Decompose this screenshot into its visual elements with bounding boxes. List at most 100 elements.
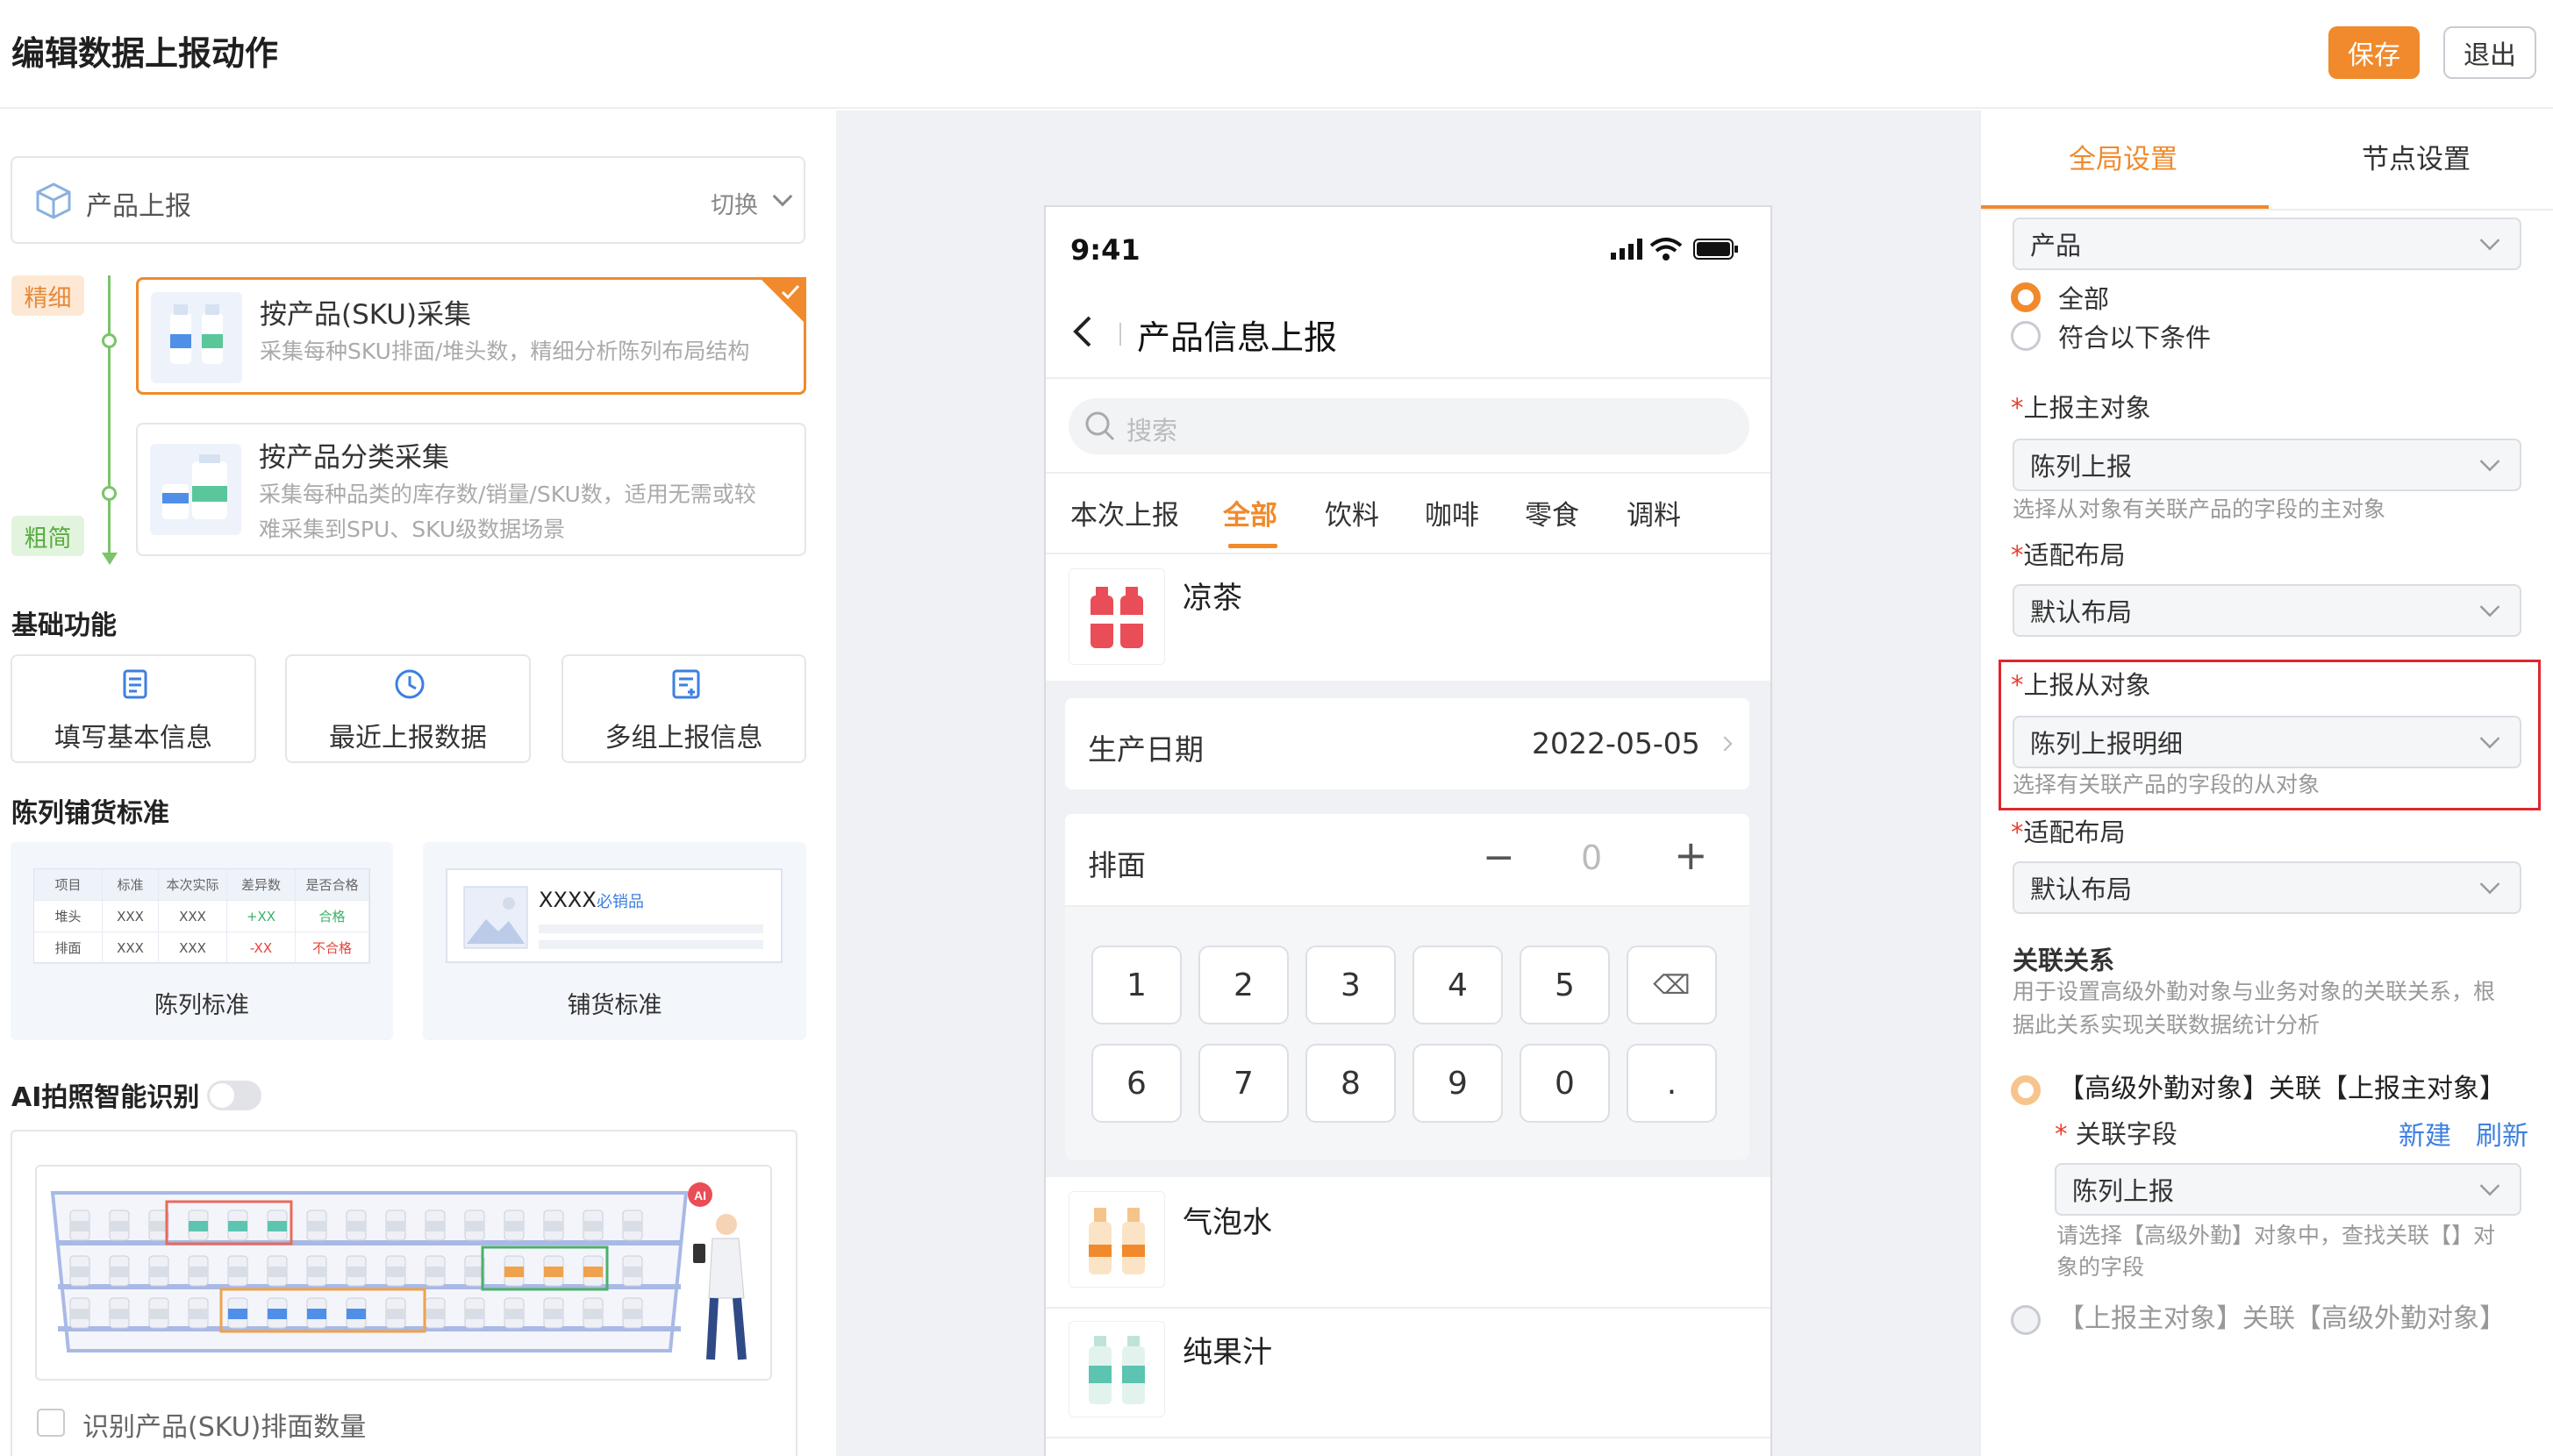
tab-current[interactable]: 本次上报 xyxy=(1070,493,1179,532)
section-title: AI拍照智能识别 xyxy=(11,1082,200,1113)
tab-node-settings[interactable]: 节点设置 xyxy=(2362,137,2471,176)
multi-group-button[interactable]: 多组上报信息 xyxy=(561,654,806,763)
plus-button[interactable]: + xyxy=(1674,831,1708,879)
new-link[interactable]: 新建 xyxy=(2399,1114,2451,1153)
keypad-key[interactable]: 2 xyxy=(1198,946,1289,1024)
status-time: 9:41 xyxy=(1070,233,1141,267)
tab-all[interactable]: 全部 xyxy=(1223,493,1277,532)
layout2-select[interactable]: 默认布局 xyxy=(2013,861,2521,914)
facing-label: 排面 xyxy=(1088,848,1146,882)
timeline-dot xyxy=(102,486,117,501)
radio-condition-label: 符合以下条件 xyxy=(2058,323,2212,353)
settings-panel: 全局设置 节点设置 产品 全部 符合以下条件 *上报主对象 陈列上报 选择从对象… xyxy=(1979,111,2553,1456)
tab-global-settings[interactable]: 全局设置 xyxy=(2069,137,2178,176)
chevron-down-icon xyxy=(2479,230,2500,251)
keypad-key[interactable]: 4 xyxy=(1412,946,1503,1024)
keypad-key[interactable]: . xyxy=(1627,1044,1717,1123)
fill-basic-info-button[interactable]: 填写基本信息 xyxy=(11,654,256,763)
keypad-key[interactable]: 9 xyxy=(1412,1044,1503,1123)
keypad-key[interactable]: 8 xyxy=(1305,1044,1396,1123)
sparkling-water-icon xyxy=(1089,1208,1145,1274)
table-cell: -XX xyxy=(227,932,296,964)
product-select[interactable]: 产品 xyxy=(2013,218,2521,270)
timeline-arrow xyxy=(102,553,118,565)
radio-condition[interactable] xyxy=(2011,321,2041,351)
checkbox[interactable] xyxy=(37,1409,65,1437)
tab-snacks[interactable]: 零食 xyxy=(1525,493,1579,532)
distribution-standard-card[interactable]: XXXX 必销品 铺货标准 xyxy=(423,842,806,1040)
refresh-link[interactable]: 刷新 xyxy=(2476,1114,2528,1153)
relation-option-1: 【高级外勤对象】关联【上报主对象】 xyxy=(2058,1074,2506,1104)
module-selector[interactable]: 产品上报 切换 xyxy=(11,156,805,244)
bottle-label xyxy=(70,1221,89,1231)
keypad-key[interactable]: 5 xyxy=(1520,946,1610,1024)
bottle-label xyxy=(386,1221,405,1231)
sub-object-label: *上报从对象 xyxy=(2011,670,2151,700)
display-standard-card[interactable]: 项目 标准 本次实际 差异数 是否合格 堆头 XXX XXX +XX 合格 排面 XXX XXX -XX 不… xyxy=(11,842,393,1040)
tag-coarse: 粗简 xyxy=(11,516,84,556)
check-icon xyxy=(781,284,800,300)
shelf-illustration: AI xyxy=(35,1165,772,1381)
product-name: 凉茶 xyxy=(1183,581,1242,616)
table-header-cell: 标准 xyxy=(103,869,159,901)
radio-all[interactable] xyxy=(2011,282,2041,312)
sub-object-select[interactable]: 陈列上报明细 xyxy=(2013,716,2521,768)
chevron-down-icon xyxy=(2479,596,2500,617)
ai-toggle[interactable] xyxy=(207,1081,261,1110)
keypad-key[interactable]: 6 xyxy=(1091,1044,1182,1123)
tab-separator xyxy=(1981,209,2553,211)
backspace-key[interactable]: ⌫ xyxy=(1627,946,1717,1024)
card-label: 铺货标准 xyxy=(567,992,662,1019)
product-image xyxy=(1069,1191,1165,1288)
radio-relation-2[interactable] xyxy=(2011,1305,2041,1335)
bottle-label xyxy=(623,1221,642,1231)
main-object-select[interactable]: 陈列上报 xyxy=(2013,439,2521,491)
bottle-label xyxy=(504,1221,524,1231)
bottle-label xyxy=(307,1309,326,1319)
save-button[interactable]: 保存 xyxy=(2328,26,2420,79)
tab-drinks[interactable]: 饮料 xyxy=(1325,493,1379,532)
table-cell: 不合格 xyxy=(296,932,369,964)
keypad-key[interactable]: 0 xyxy=(1520,1044,1610,1123)
recent-report-button[interactable]: 最近上报数据 xyxy=(285,654,531,763)
keypad-key[interactable]: 1 xyxy=(1091,946,1182,1024)
keypad-key[interactable]: 3 xyxy=(1305,946,1396,1024)
bottle-label xyxy=(189,1221,208,1231)
layout-select[interactable]: 默认布局 xyxy=(2013,584,2521,637)
main-object-hint: 选择从对象有关联产品的字段的主对象 xyxy=(2013,496,2386,522)
date-row[interactable]: 生产日期 2022-05-05 xyxy=(1065,698,1749,789)
select-value: 陈列上报 xyxy=(2030,452,2133,482)
minus-button[interactable]: − xyxy=(1483,835,1515,880)
bottle-label xyxy=(426,1221,445,1231)
bottle-label xyxy=(544,1309,563,1319)
tab-coffee[interactable]: 咖啡 xyxy=(1425,493,1479,532)
table-header-cell: 项目 xyxy=(34,869,103,901)
tab-condiments[interactable]: 调料 xyxy=(1627,493,1681,532)
option-category-collect[interactable]: 按产品分类采集 采集每种品类的库存数/销量/SKU数，适用无需或较 难采集到SP… xyxy=(136,423,806,556)
radio-relation-1[interactable] xyxy=(2011,1075,2041,1105)
facing-value: 0 xyxy=(1581,839,1603,877)
table-cell: 堆头 xyxy=(34,901,103,932)
search-input[interactable]: 搜索 xyxy=(1069,398,1749,454)
back-icon[interactable] xyxy=(1072,314,1093,349)
item-separator xyxy=(1046,1307,1770,1309)
option-title: 按产品(SKU)采集 xyxy=(260,299,472,331)
dist-line xyxy=(539,940,763,949)
relation-field-hint: 请选择【高级外勤】对象中，查找关联【】对 xyxy=(2056,1223,2496,1248)
relation-hint: 据此关系实现关联数据统计分析 xyxy=(2013,1012,2321,1038)
option-title: 按产品分类采集 xyxy=(259,442,449,474)
chevron-down-icon xyxy=(2479,1175,2500,1196)
chevron-down-icon xyxy=(772,186,793,207)
keypad-key[interactable]: 7 xyxy=(1198,1044,1289,1123)
sub-object-hint: 选择有关联产品的字段的从对象 xyxy=(2013,772,2321,797)
tab-active-underline xyxy=(1228,544,1277,548)
bottle-label xyxy=(504,1267,524,1277)
option-sku-collect[interactable]: 按产品(SKU)采集 采集每种SKU排面/堆头数，精细分析陈列布局结构 xyxy=(136,277,806,395)
battery-icon xyxy=(1693,239,1738,260)
relation-field-select[interactable]: 陈列上报 xyxy=(2055,1163,2521,1216)
exit-button[interactable]: 退出 xyxy=(2443,26,2536,79)
switch-link[interactable]: 切换 xyxy=(711,186,758,220)
bottle-label xyxy=(465,1221,484,1231)
select-value: 产品 xyxy=(2030,231,2082,261)
table-header-cell: 是否合格 xyxy=(296,869,369,901)
